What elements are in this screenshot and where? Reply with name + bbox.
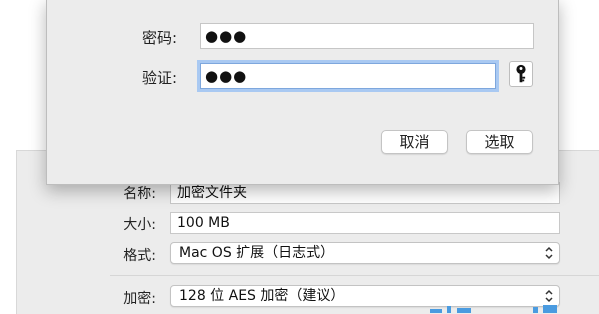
verify-field[interactable]: ●●● bbox=[200, 63, 496, 89]
size-label: 大小: bbox=[123, 217, 156, 233]
format-popup[interactable]: Mac OS 扩展（日志式） bbox=[170, 242, 560, 264]
encryption-popup-value: 128 位 AES 加密（建议） bbox=[179, 288, 345, 304]
verify-label: 验证: bbox=[141, 69, 177, 87]
watermark-graphic bbox=[430, 305, 557, 313]
cancel-button[interactable]: 取消 bbox=[381, 130, 448, 154]
choose-button[interactable]: 选取 bbox=[466, 130, 533, 154]
password-assistant-button[interactable] bbox=[509, 61, 533, 87]
key-icon bbox=[516, 64, 526, 83]
format-popup-value: Mac OS 扩展（日志式） bbox=[179, 245, 335, 261]
name-label: 名称: bbox=[123, 186, 156, 202]
size-field[interactable]: 100 MB bbox=[170, 212, 560, 234]
format-label: 格式: bbox=[123, 248, 156, 264]
updown-chevron-icon bbox=[545, 289, 553, 303]
divider bbox=[110, 275, 599, 276]
password-sheet: 密码: ●●● 验证: ●●● 取消 选取 bbox=[46, 0, 559, 185]
updown-chevron-icon bbox=[545, 246, 553, 260]
password-label: 密码: bbox=[141, 29, 177, 47]
password-field[interactable]: ●●● bbox=[200, 23, 534, 49]
name-field[interactable]: 加密文件夹 bbox=[170, 182, 560, 204]
encryption-label: 加密: bbox=[123, 291, 156, 307]
